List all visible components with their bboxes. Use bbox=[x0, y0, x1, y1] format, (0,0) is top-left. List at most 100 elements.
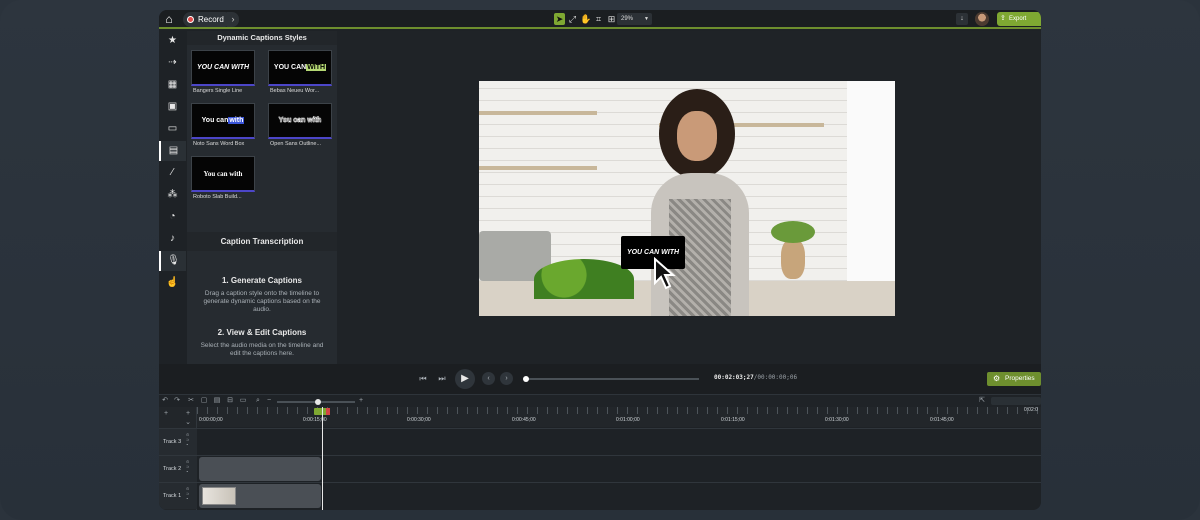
caption-style-label: Bangers Single Line bbox=[193, 88, 243, 94]
timeline-zoom-handle[interactable] bbox=[315, 399, 321, 405]
play-button[interactable]: ▶ bbox=[455, 369, 475, 389]
caption-style-card[interactable]: You can with Noto Sans Word Box bbox=[191, 103, 255, 149]
track-label[interactable]: Track 1 ⊙ ⊃ ∘ bbox=[159, 483, 197, 509]
person-face bbox=[677, 111, 717, 161]
transitions-icon[interactable]: ⇢ bbox=[159, 53, 186, 73]
step-forward-icon[interactable]: ⏭ bbox=[436, 373, 448, 385]
caption-preview: YOU CAN WITH bbox=[268, 50, 332, 86]
transcription-title: Caption Transcription bbox=[187, 232, 337, 251]
library-icon[interactable]: ▣ bbox=[159, 97, 186, 117]
caption-style-label: Noto Sans Word Box bbox=[193, 141, 245, 147]
visual-effects-wand-icon[interactable]: ⁄ bbox=[159, 163, 186, 183]
potted-plant bbox=[771, 221, 815, 279]
properties-button[interactable]: ⚙ Properties bbox=[987, 372, 1041, 386]
zoom-out-icon[interactable]: − bbox=[264, 396, 274, 406]
tick-label: 0:01:15;00 bbox=[721, 417, 745, 423]
timeline-toolbar: ↶ ↷ ✂ ▢ ▤ ⊟ ▭ ⌕ − + ⇱ bbox=[159, 394, 1041, 407]
captions-panel: Dynamic Captions Styles YOU CAN WITH Ban… bbox=[187, 31, 337, 364]
track-controls-icon[interactable]: ⊙ ⊃ ∘ bbox=[186, 432, 189, 447]
clip-thumbnail bbox=[202, 487, 236, 505]
step-back-icon[interactable]: ⏮ bbox=[417, 373, 429, 385]
cursor-effects-icon[interactable]: ◔ bbox=[159, 207, 186, 227]
caption-preview-text: YOU CAN bbox=[273, 64, 307, 71]
behaviors-icon[interactable]: ⁂ bbox=[159, 185, 186, 205]
cut-icon[interactable]: ✂ bbox=[186, 396, 196, 406]
detach-icon[interactable]: ⇱ bbox=[977, 396, 987, 406]
left-rail: ★ ⇢ ▦ ▣ ▭ ▤ ⁄ ⁂ ◔ ♪ 🎙 ☝ bbox=[159, 31, 186, 364]
tick-label: 0:00:30;00 bbox=[407, 417, 431, 423]
panel-title: Dynamic Captions Styles bbox=[187, 31, 337, 45]
chevron-down-icon[interactable]: ⌄ bbox=[183, 418, 193, 428]
timeline-ruler[interactable]: 0:00:00;00 0:00:15;00 0:00:30;00 0:00:45… bbox=[197, 407, 1041, 427]
track-row: Track 2 ⊙ ⊃ ∘ bbox=[159, 455, 1041, 482]
split-icon[interactable]: ⊟ bbox=[225, 396, 235, 406]
caption-style-card[interactable]: YOU CAN WITH Bangers Single Line bbox=[191, 50, 255, 96]
caption-style-card[interactable]: You can with Open Sans Outline... bbox=[268, 103, 332, 149]
tick-label: 0:01:45;00 bbox=[930, 417, 954, 423]
avatar[interactable] bbox=[975, 12, 989, 26]
export-button[interactable]: ⇪ Export bbox=[997, 12, 1041, 26]
paste-icon[interactable]: ▤ bbox=[212, 396, 222, 406]
tick-label: 0:01:30;00 bbox=[825, 417, 849, 423]
properties-label: Properties bbox=[1005, 375, 1035, 382]
timecode-current: 00:02:03;27 bbox=[714, 374, 754, 381]
track-controls-icon[interactable]: ⊙ ⊃ ∘ bbox=[186, 459, 189, 474]
video-frame[interactable]: YOU CAN WITH bbox=[479, 81, 895, 316]
vegetable-basket bbox=[534, 259, 634, 299]
track-label[interactable]: Track 2 ⊙ ⊃ ∘ bbox=[159, 456, 197, 482]
media-bin-icon[interactable]: ▦ bbox=[159, 75, 186, 95]
chevron-down-icon: ▼ bbox=[644, 16, 649, 22]
step2-description: Select the audio media on the timeline a… bbox=[200, 342, 324, 357]
tick-label: 0:00:15;00 bbox=[303, 417, 327, 423]
canvas-tools: ➤ ⤢ ✋ ⌗ ⊞ bbox=[554, 13, 617, 25]
step1-title: 1. Generate Captions bbox=[221, 276, 303, 285]
zoom-magnifier-icon[interactable]: ⌕ bbox=[253, 396, 263, 406]
playhead-red-marker[interactable] bbox=[326, 408, 330, 415]
favorites-star-icon[interactable]: ★ bbox=[159, 31, 186, 51]
audio-speaker-icon[interactable]: ♪ bbox=[159, 229, 186, 249]
home-icon[interactable]: ⌂ bbox=[162, 12, 176, 26]
crop-icon[interactable]: ⌗ bbox=[593, 13, 604, 25]
tick-label: 0:00:00;00 bbox=[199, 417, 223, 423]
timeline-zoom-slider[interactable] bbox=[277, 399, 355, 405]
share-icon: ⇪ bbox=[1000, 15, 1006, 22]
previous-icon[interactable]: ‹ bbox=[482, 372, 495, 385]
caption-preview: You can with bbox=[268, 103, 332, 139]
caption-preview-highlight: WITH bbox=[306, 64, 327, 71]
caption-style-card[interactable]: You can with Roboto Slab Build... bbox=[191, 156, 255, 202]
audio-clip[interactable] bbox=[199, 457, 321, 481]
scrub-handle[interactable] bbox=[523, 376, 529, 382]
video-clip[interactable] bbox=[199, 484, 321, 508]
gesture-hand-icon[interactable]: ☝ bbox=[159, 273, 186, 293]
next-icon[interactable]: › bbox=[500, 372, 513, 385]
captions-icon[interactable]: ▤ bbox=[159, 141, 186, 161]
track-controls-icon[interactable]: ⊙ ⊃ ∘ bbox=[186, 486, 189, 501]
caption-style-label: Open Sans Outline... bbox=[270, 141, 322, 147]
fit-icon[interactable]: ⊞ bbox=[606, 13, 617, 25]
caption-preview: YOU CAN WITH bbox=[191, 50, 255, 86]
timeline-scroll[interactable] bbox=[991, 397, 1041, 405]
pan-hand-icon[interactable]: ✋ bbox=[580, 13, 591, 25]
playhead-line[interactable] bbox=[322, 407, 323, 510]
caption-preview-highlight: with bbox=[228, 117, 245, 124]
zoom-select[interactable]: 29% ▼ bbox=[617, 13, 652, 25]
annotations-icon[interactable]: ▭ bbox=[159, 119, 186, 139]
resize-icon[interactable]: ⤢ bbox=[567, 13, 578, 25]
chevron-right-icon[interactable]: › bbox=[227, 12, 239, 27]
download-icon[interactable]: ↓ bbox=[956, 13, 968, 25]
undo-icon[interactable]: ↶ bbox=[160, 396, 170, 406]
caption-style-card[interactable]: YOU CAN WITH Bebas Neueu Wor... bbox=[268, 50, 332, 96]
microphone-icon[interactable]: 🎙 bbox=[159, 251, 186, 271]
record-button[interactable]: Record bbox=[183, 12, 232, 27]
add-track-icon[interactable]: + bbox=[161, 409, 171, 419]
copy-icon[interactable]: ▢ bbox=[199, 396, 209, 406]
redo-icon[interactable]: ↷ bbox=[172, 396, 182, 406]
scrub-bar[interactable] bbox=[523, 376, 699, 382]
zoom-in-icon[interactable]: + bbox=[356, 396, 366, 406]
snapshot-icon[interactable]: ▭ bbox=[238, 396, 248, 406]
preview-canvas[interactable]: YOU CAN WITH bbox=[337, 31, 1041, 364]
caption-style-label: Roboto Slab Build... bbox=[193, 194, 242, 200]
track-label[interactable]: Track 3 ⊙ ⊃ ∘ bbox=[159, 429, 197, 455]
caption-preview: You can with bbox=[191, 156, 255, 192]
select-arrow-icon[interactable]: ➤ bbox=[554, 13, 565, 25]
